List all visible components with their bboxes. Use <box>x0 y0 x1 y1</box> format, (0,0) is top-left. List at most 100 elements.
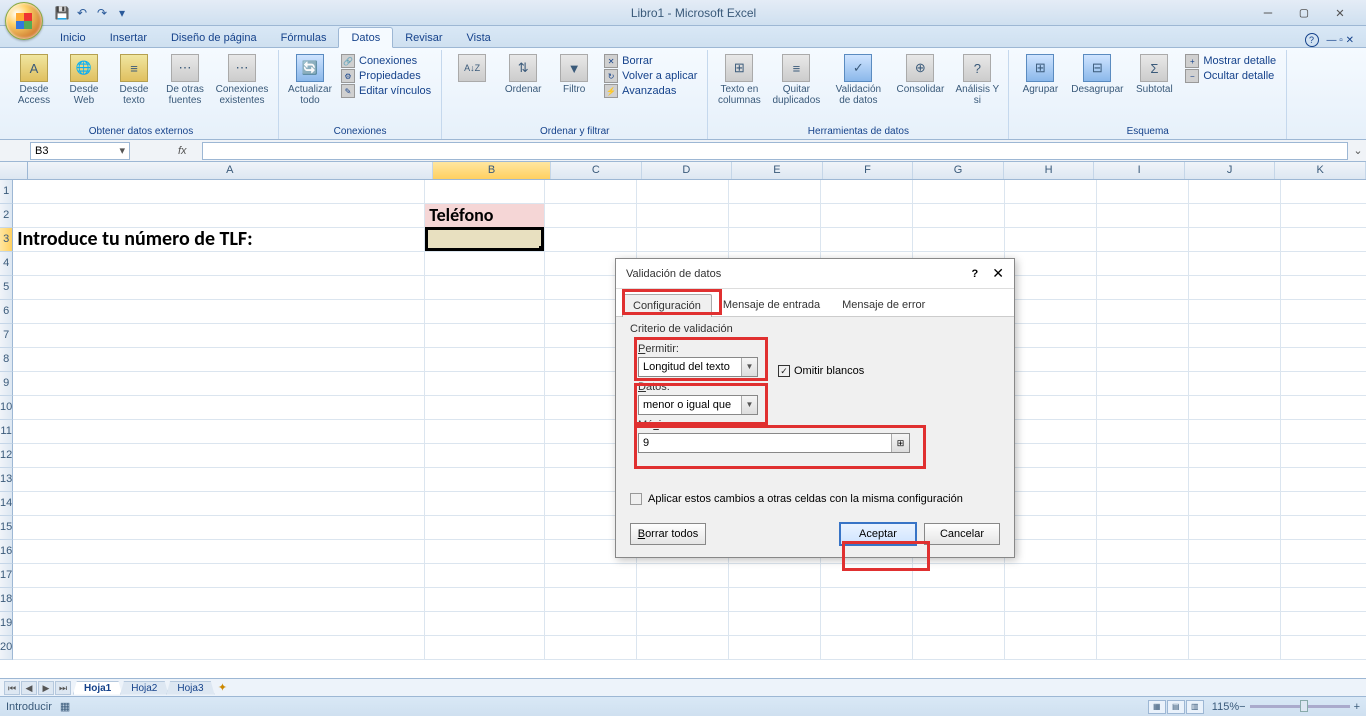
cell[interactable] <box>545 564 637 588</box>
cell[interactable] <box>1005 516 1097 540</box>
row-header-9[interactable]: 9 <box>0 372 13 396</box>
sheet-nav-prev[interactable]: ◀ <box>21 681 37 695</box>
cell[interactable] <box>13 348 425 372</box>
cell[interactable] <box>1189 612 1281 636</box>
cell[interactable] <box>1189 564 1281 588</box>
cell[interactable] <box>821 228 913 252</box>
desagrupar-button[interactable]: ⊟Desagrupar <box>1067 52 1127 125</box>
cell[interactable] <box>1189 588 1281 612</box>
zoom-level[interactable]: 115% <box>1212 701 1239 713</box>
cell[interactable] <box>1005 612 1097 636</box>
cell[interactable] <box>1281 468 1366 492</box>
expand-formula-icon[interactable]: ⌄ <box>1350 144 1366 157</box>
row-header-7[interactable]: 7 <box>0 324 13 348</box>
col-header-D[interactable]: D <box>642 162 733 179</box>
cell[interactable] <box>13 540 425 564</box>
ribbon-minimize-icon[interactable]: — ▫ ✕ <box>1327 35 1354 46</box>
permitir-dropdown[interactable]: Longitud del texto ▼ <box>638 357 758 377</box>
cell[interactable] <box>729 636 821 660</box>
cell[interactable] <box>1189 492 1281 516</box>
cell[interactable] <box>425 180 545 204</box>
cell[interactable] <box>821 204 913 228</box>
cell[interactable] <box>1281 636 1366 660</box>
col-header-B[interactable]: B <box>433 162 551 179</box>
cell[interactable] <box>425 252 545 276</box>
view-normal-icon[interactable]: ▦ <box>1148 700 1166 714</box>
cell[interactable] <box>1097 444 1189 468</box>
cell[interactable] <box>1189 300 1281 324</box>
cancelar-button[interactable]: Cancelar <box>924 523 1000 545</box>
cell[interactable] <box>425 228 545 252</box>
row-header-18[interactable]: 18 <box>0 588 13 612</box>
tab-revisar[interactable]: Revisar <box>393 28 454 47</box>
row-header-3[interactable]: 3 <box>0 228 13 252</box>
qat-customize-icon[interactable]: ▾ <box>113 4 131 22</box>
cell[interactable] <box>1097 612 1189 636</box>
cell[interactable] <box>1189 372 1281 396</box>
cell[interactable] <box>1189 516 1281 540</box>
cell[interactable] <box>545 228 637 252</box>
cell[interactable] <box>913 636 1005 660</box>
cell[interactable] <box>545 612 637 636</box>
cell[interactable] <box>13 396 425 420</box>
agrupar-button[interactable]: ⊞Agrupar <box>1015 52 1065 125</box>
desde-web-button[interactable]: 🌐Desde Web <box>60 52 108 125</box>
cell[interactable] <box>637 564 729 588</box>
save-icon[interactable]: 💾 <box>53 4 71 22</box>
col-header-J[interactable]: J <box>1185 162 1276 179</box>
cell[interactable] <box>1189 252 1281 276</box>
cell[interactable]: Introduce tu número de TLF: <box>13 228 425 252</box>
desde-texto-button[interactable]: ≡Desde texto <box>110 52 158 125</box>
cell[interactable] <box>425 420 545 444</box>
row-header-17[interactable]: 17 <box>0 564 13 588</box>
cell[interactable] <box>913 588 1005 612</box>
cell[interactable] <box>1005 492 1097 516</box>
row-header-2[interactable]: 2 <box>0 204 13 228</box>
cell[interactable] <box>425 300 545 324</box>
cell[interactable] <box>545 588 637 612</box>
row-header-6[interactable]: 6 <box>0 300 13 324</box>
cell[interactable] <box>821 612 913 636</box>
cell[interactable] <box>1189 180 1281 204</box>
cell[interactable] <box>1005 540 1097 564</box>
cell[interactable] <box>1281 300 1366 324</box>
cell[interactable] <box>1281 372 1366 396</box>
formula-input[interactable] <box>202 142 1348 160</box>
cell[interactable] <box>425 372 545 396</box>
sort-asc-button[interactable]: A↓Z <box>448 52 496 125</box>
sheet-nav-next[interactable]: ▶ <box>38 681 54 695</box>
tab-diseno[interactable]: Diseño de página <box>159 28 269 47</box>
col-header-G[interactable]: G <box>913 162 1004 179</box>
col-header-H[interactable]: H <box>1004 162 1095 179</box>
cell[interactable] <box>637 636 729 660</box>
dialog-tab-configuracion[interactable]: Configuración <box>622 294 712 317</box>
fx-icon[interactable]: fx <box>178 145 200 157</box>
cell[interactable] <box>1281 444 1366 468</box>
cell[interactable] <box>1005 372 1097 396</box>
cell[interactable] <box>1097 228 1189 252</box>
analisis-ysi-button[interactable]: ?Análisis Y si <box>952 52 1002 125</box>
dialog-tab-mensaje-entrada[interactable]: Mensaje de entrada <box>712 293 831 316</box>
cell[interactable]: Teléfono <box>425 204 545 228</box>
cell[interactable] <box>729 588 821 612</box>
cell[interactable] <box>637 612 729 636</box>
col-header-I[interactable]: I <box>1094 162 1185 179</box>
cell[interactable] <box>1281 180 1366 204</box>
cell[interactable] <box>13 588 425 612</box>
ocultar-detalle-button[interactable]: −Ocultar detalle <box>1185 69 1276 83</box>
view-pagebreak-icon[interactable]: ▥ <box>1186 700 1204 714</box>
sheet-tab-hoja3[interactable]: Hoja3 <box>166 681 214 695</box>
cell[interactable] <box>1005 204 1097 228</box>
cell[interactable] <box>13 516 425 540</box>
avanzadas-button[interactable]: ⚡Avanzadas <box>604 84 697 98</box>
cell[interactable] <box>13 636 425 660</box>
cell[interactable] <box>13 372 425 396</box>
cell[interactable] <box>821 564 913 588</box>
cell[interactable] <box>1097 540 1189 564</box>
cell[interactable] <box>1097 252 1189 276</box>
minimize-button[interactable]: — <box>1256 5 1280 21</box>
undo-icon[interactable]: ↶ <box>73 4 91 22</box>
cell[interactable] <box>1097 276 1189 300</box>
tab-datos[interactable]: Datos <box>338 27 393 48</box>
cell[interactable] <box>913 612 1005 636</box>
